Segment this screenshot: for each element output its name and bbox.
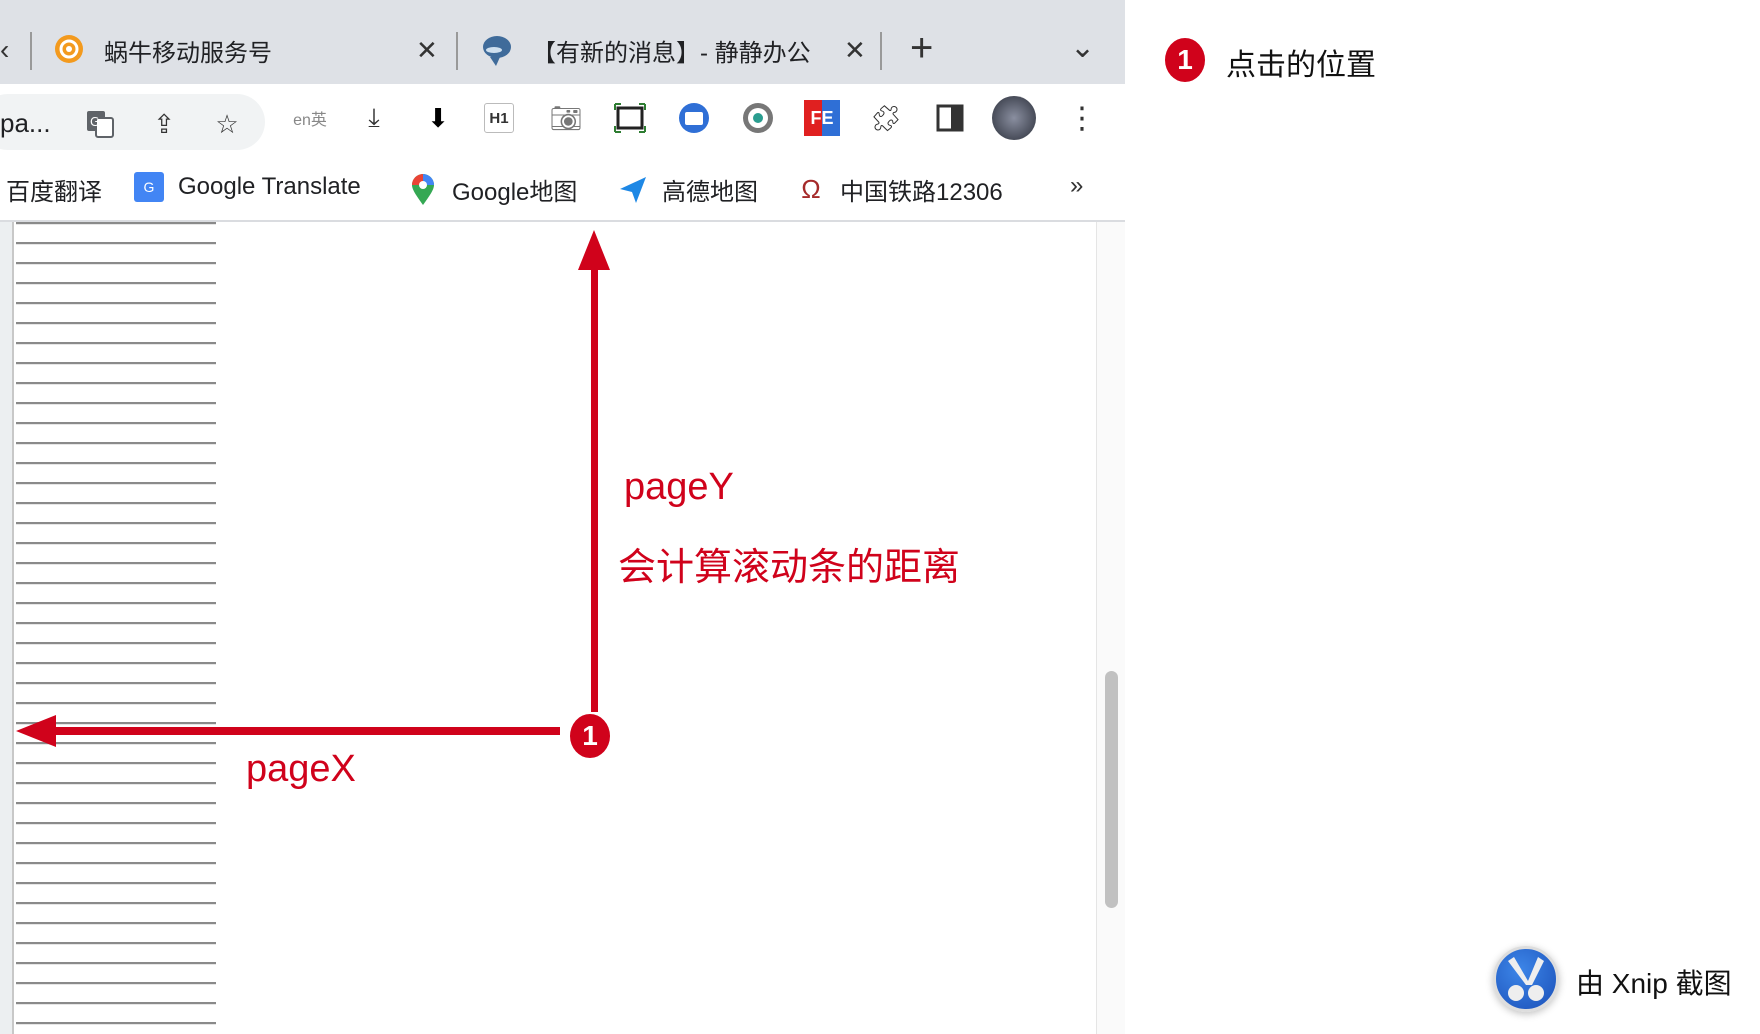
legend-marker: 1 bbox=[1165, 38, 1205, 82]
page-y-arrow bbox=[578, 230, 610, 712]
click-position-marker: 1 bbox=[570, 714, 610, 758]
browser-window: ‹ 蜗牛移动服务号 ✕ 【有新的消息】- 静静办公 ✕ + ⌄ pa... G … bbox=[0, 0, 1125, 1034]
page-x-label: pageX bbox=[246, 748, 356, 790]
page-y-label: pageY bbox=[624, 466, 734, 508]
legend-text: 点击的位置 bbox=[1226, 49, 1376, 82]
xnip-scissors-icon bbox=[1493, 946, 1559, 1012]
page-x-arrow bbox=[16, 715, 560, 747]
xnip-watermark: 由 Xnip 截图 bbox=[1576, 968, 1732, 999]
page-y-note: 会计算滚动条的距离 bbox=[618, 547, 961, 589]
annotation-arrows bbox=[16, 230, 610, 747]
